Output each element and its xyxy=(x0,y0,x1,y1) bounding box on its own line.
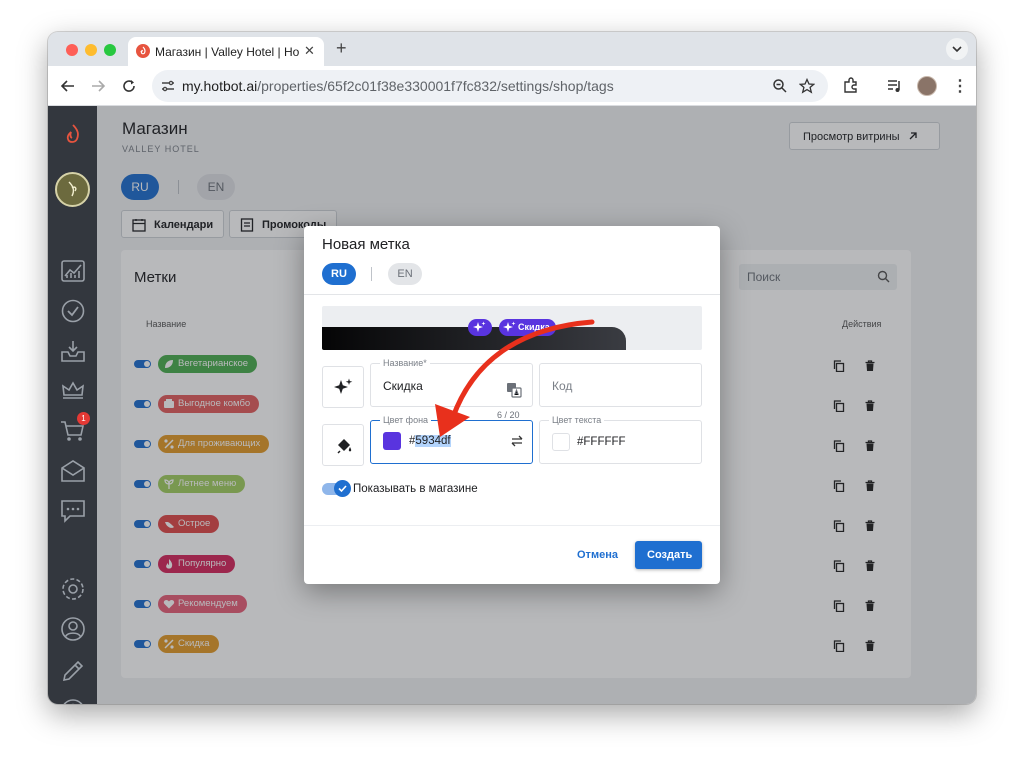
browser-window: Магазин | Valley Hotel | Hotbot ✕ + my.h… xyxy=(48,32,976,704)
annotation-arrow-line xyxy=(450,319,595,420)
annotation-arrow-head xyxy=(435,404,470,437)
annotation-arrow xyxy=(435,319,595,437)
